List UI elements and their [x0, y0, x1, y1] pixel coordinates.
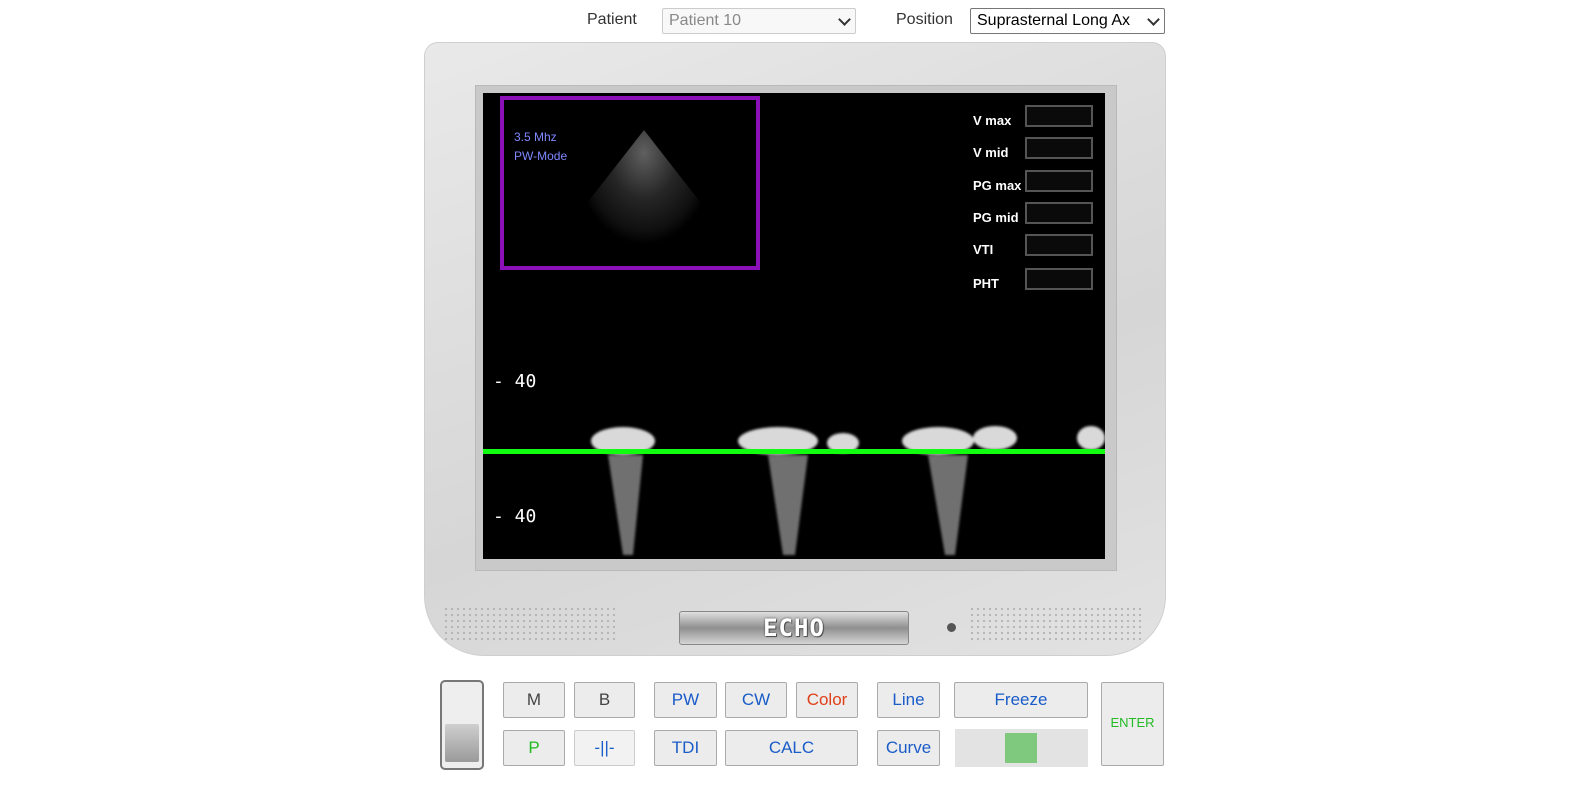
slider-thumb[interactable] [1005, 733, 1037, 763]
doppler-baseline [483, 449, 1105, 454]
toggle-knob [445, 724, 479, 762]
freeze-button[interactable]: Freeze [954, 682, 1088, 718]
b-mode-button[interactable]: B [574, 682, 635, 718]
gain-slider[interactable] [955, 729, 1088, 767]
chevron-down-icon [1147, 13, 1160, 26]
color-button[interactable]: Color [796, 682, 858, 718]
position-select-value: Suprasternal Long Ax [977, 12, 1130, 29]
power-toggle[interactable] [440, 680, 484, 770]
chevron-down-icon [838, 13, 851, 26]
p-button[interactable]: P [503, 730, 565, 766]
patient-select[interactable]: Patient 10 [662, 8, 856, 34]
power-led-icon [947, 623, 956, 632]
m-mode-button[interactable]: M [503, 682, 565, 718]
enter-button[interactable]: ENTER [1101, 682, 1164, 766]
position-select[interactable]: Suprasternal Long Ax [970, 8, 1165, 34]
position-label: Position [896, 11, 953, 28]
echo-monitor: 3.5 Mhz PW-Mode V max V mid PG max PG mi… [424, 42, 1166, 656]
tdi-button[interactable]: TDI [654, 730, 717, 766]
doppler-waveform [591, 426, 1105, 555]
speaker-left [443, 606, 619, 640]
pw-button[interactable]: PW [654, 682, 717, 718]
calc-button[interactable]: CALC [725, 730, 858, 766]
patient-label: Patient [587, 11, 637, 28]
split-button[interactable]: -||- [574, 730, 635, 766]
cw-button[interactable]: CW [725, 682, 787, 718]
speaker-right [969, 606, 1145, 640]
echo-logo: ECHO [679, 611, 909, 645]
ultrasound-screen: 3.5 Mhz PW-Mode V max V mid PG max PG mi… [483, 93, 1105, 559]
curve-button[interactable]: Curve [877, 730, 940, 766]
patient-select-value: Patient 10 [669, 12, 742, 29]
line-button[interactable]: Line [877, 682, 940, 718]
